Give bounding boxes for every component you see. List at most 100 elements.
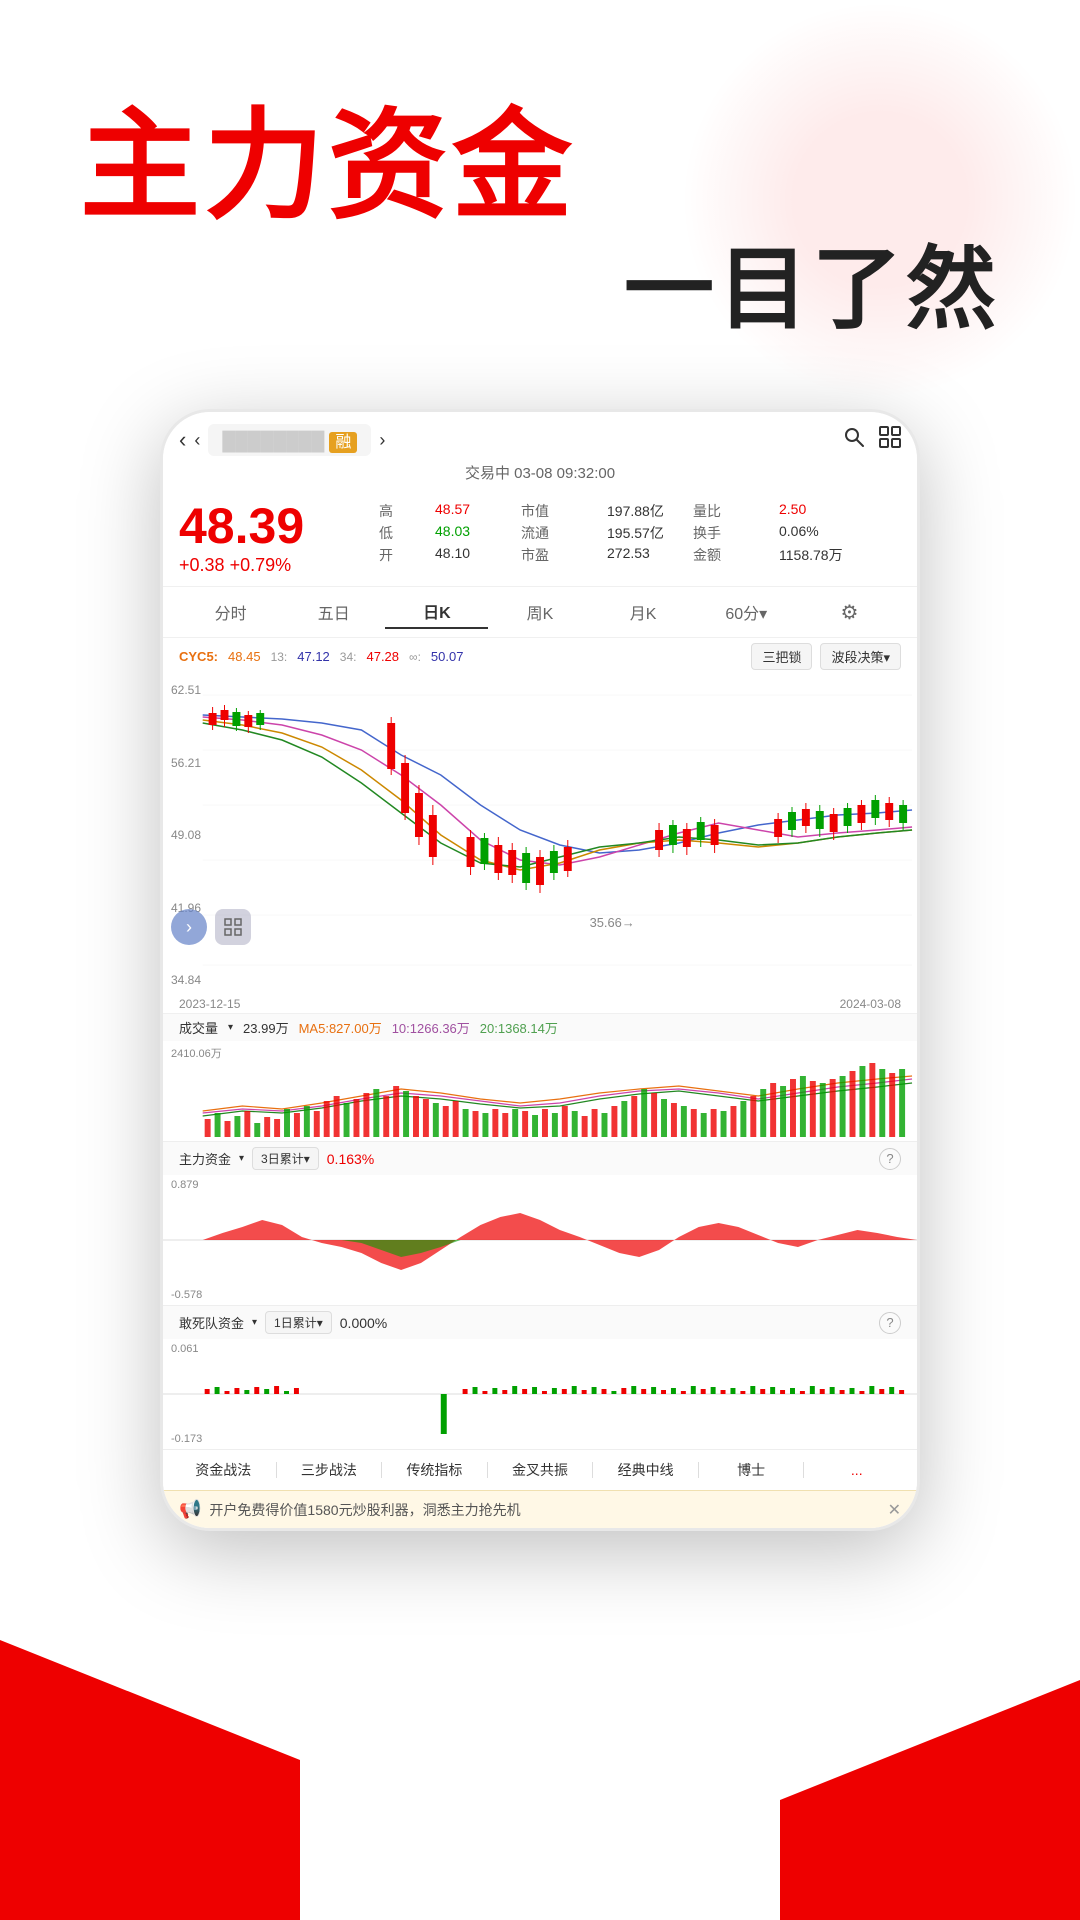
tab-traditional-indicator[interactable]: 传统指标 [382,1456,487,1484]
suicide-squad-dropdown[interactable]: ▾ [252,1317,257,1328]
tab-capital-strategy[interactable]: 资金战法 [171,1456,276,1484]
search-icon[interactable] [843,426,865,454]
vol-ratio-label: 量比 [693,501,773,521]
cyc-sep1: 13: [271,650,288,664]
suicide-squad-y-top: 0.061 [171,1343,199,1355]
main-force-chart-svg [163,1175,917,1305]
volume-val: 23.99万 [243,1018,289,1037]
open-label: 开 [379,545,429,565]
suicide-squad-y-bottom: -0.173 [171,1433,202,1445]
cyc-v3: 47.28 [366,649,399,664]
wave-decision-button[interactable]: 波段决策▾ [820,643,901,670]
main-force-dropdown[interactable]: ▾ [239,1153,244,1164]
tab-more[interactable]: ... [804,1458,909,1482]
hero-title-sub: 一目了然 [80,232,1000,349]
tab-golden-cross[interactable]: 金叉共振 [488,1456,593,1484]
main-force-chart: 0.879 -0.578 [163,1175,917,1305]
tab-zhouk[interactable]: 周K [488,596,591,628]
cyc-sep2: 34: [340,650,357,664]
chart-tool-button[interactable] [215,909,251,945]
price-change: +0.38 +0.79% [179,555,359,576]
banner-close-button[interactable]: ✕ [888,1500,901,1520]
suicide-squad-help-button[interactable]: ? [879,1312,901,1334]
low-val: 48.03 [435,523,515,543]
current-price: 48.39 [179,501,359,551]
phone-mockup: ‹ ‹ ████████ 融 › 交易中 03- [160,409,920,1531]
high-val: 48.57 [435,501,515,521]
volume-ma5: MA5:827.00万 [299,1018,382,1037]
suicide-squad-pct: 0.000% [340,1315,387,1331]
volume-chart: 2410.06万 [163,1041,917,1141]
cyc-v4: 50.07 [431,649,464,664]
banner-text: 开户免费得价值1580元炒股利器，洞悉主力抢先机 [209,1500,879,1520]
stock-name-display: ████████ 融 [208,424,371,456]
main-force-y-top: 0.879 [171,1179,199,1191]
app-nav: ‹ ‹ ████████ 融 › [179,424,901,462]
kline-chart-svg: 35.66→ [163,675,917,995]
chart-y-labels: 62.51 56.21 49.08 41.96 34.84 [171,675,201,995]
volume-ma20: 20:1368.14万 [480,1018,558,1037]
high-label: 高 [379,501,429,521]
volume-chart-svg [163,1041,917,1141]
cyc-sep3: ∞: [409,650,421,664]
volume-y-label: 2410.06万 [171,1045,222,1061]
back-button[interactable]: ‹ [179,427,186,453]
volume-label: 成交量 [179,1018,218,1037]
amount-val: 1158.78万 [779,545,859,565]
volume-ma10: 10:1266.36万 [392,1018,470,1037]
price-section: 48.39 +0.38 +0.79% 高 48.57 市值 197.88亿 量比… [163,491,917,587]
cyc-v2: 47.12 [297,649,330,664]
amount-label: 金额 [693,545,773,565]
circulation-label: 流通 [521,523,601,543]
tab-yuek[interactable]: 月K [592,596,695,628]
bottom-tabs: 资金战法 三步战法 传统指标 金叉共振 经典中线 博士 ... [163,1449,917,1490]
bg-decoration-bottom-right [780,1620,1080,1920]
pe-label: 市盈 [521,545,601,565]
bg-decoration-bottom-left [0,1520,300,1920]
turnover-val: 0.06% [779,523,859,543]
main-force-pct: 0.163% [327,1151,374,1167]
suicide-squad-chart-svg [163,1339,917,1449]
main-force-y-bottom: -0.578 [171,1289,202,1301]
price-main: 48.39 +0.38 +0.79% [179,501,359,576]
volume-dropdown-arrow[interactable]: ▾ [228,1022,233,1033]
suicide-squad-header: 敢死队资金 ▾ 1日累计▾ 0.000% ? [163,1305,917,1339]
main-force-period-button[interactable]: 3日累计▾ [252,1147,319,1170]
tab-three-step[interactable]: 三步战法 [277,1456,382,1484]
circulation-val: 195.57亿 [607,523,687,543]
price-details: 高 48.57 市值 197.88亿 量比 2.50 低 48.03 流通 19… [379,501,901,565]
low-label: 低 [379,523,429,543]
kline-chart-area: 62.51 56.21 49.08 41.96 34.84 [163,675,917,995]
suicide-squad-period-button[interactable]: 1日累计▾ [265,1311,332,1334]
nav-right [843,426,901,454]
main-force-label: 主力资金 [179,1149,231,1168]
expand-chart-button[interactable]: › [171,909,207,945]
tab-classic-midline[interactable]: 经典中线 [593,1456,698,1484]
tab-60min[interactable]: 60分▾ [695,596,798,628]
three-locks-button[interactable]: 三把锁 [751,643,812,670]
chart-x-labels: 2023-12-15 2024-03-08 [163,995,917,1014]
trading-status: 交易中 03-08 09:32:00 [179,462,901,491]
next-stock-button[interactable]: › [379,430,385,451]
turnover-label: 换手 [693,523,773,543]
vol-ratio-val: 2.50 [779,501,859,521]
chart-tabs: 分时 五日 日K 周K 月K 60分▾ ⚙ [163,587,917,638]
hero-section: 主力资金 一目了然 [0,0,1080,389]
prev-stock-button[interactable]: ‹ [194,430,200,451]
tab-fenshi[interactable]: 分时 [179,596,282,628]
cyc-v1: 48.45 [228,649,261,664]
svg-text:35.66→: 35.66→ [590,915,635,930]
main-force-help-button[interactable]: ? [879,1148,901,1170]
cyc-right: 三把锁 波段决策▾ [751,643,901,670]
speaker-icon: 📢 [179,1499,201,1520]
open-val: 48.10 [435,545,515,565]
tab-rik[interactable]: 日K [385,595,488,629]
tab-settings[interactable]: ⚙ [798,596,901,629]
pe-val: 272.53 [607,545,687,565]
cyc-label: CYC5: [179,649,218,664]
cyc-indicator-bar: CYC5: 48.45 13: 47.12 34: 47.28 ∞: 50.07… [163,638,917,675]
layout-icon[interactable] [879,426,901,454]
tab-wuri[interactable]: 五日 [282,596,385,628]
rong-badge: 融 [329,432,357,453]
tab-doctor[interactable]: 博士 [699,1456,804,1484]
